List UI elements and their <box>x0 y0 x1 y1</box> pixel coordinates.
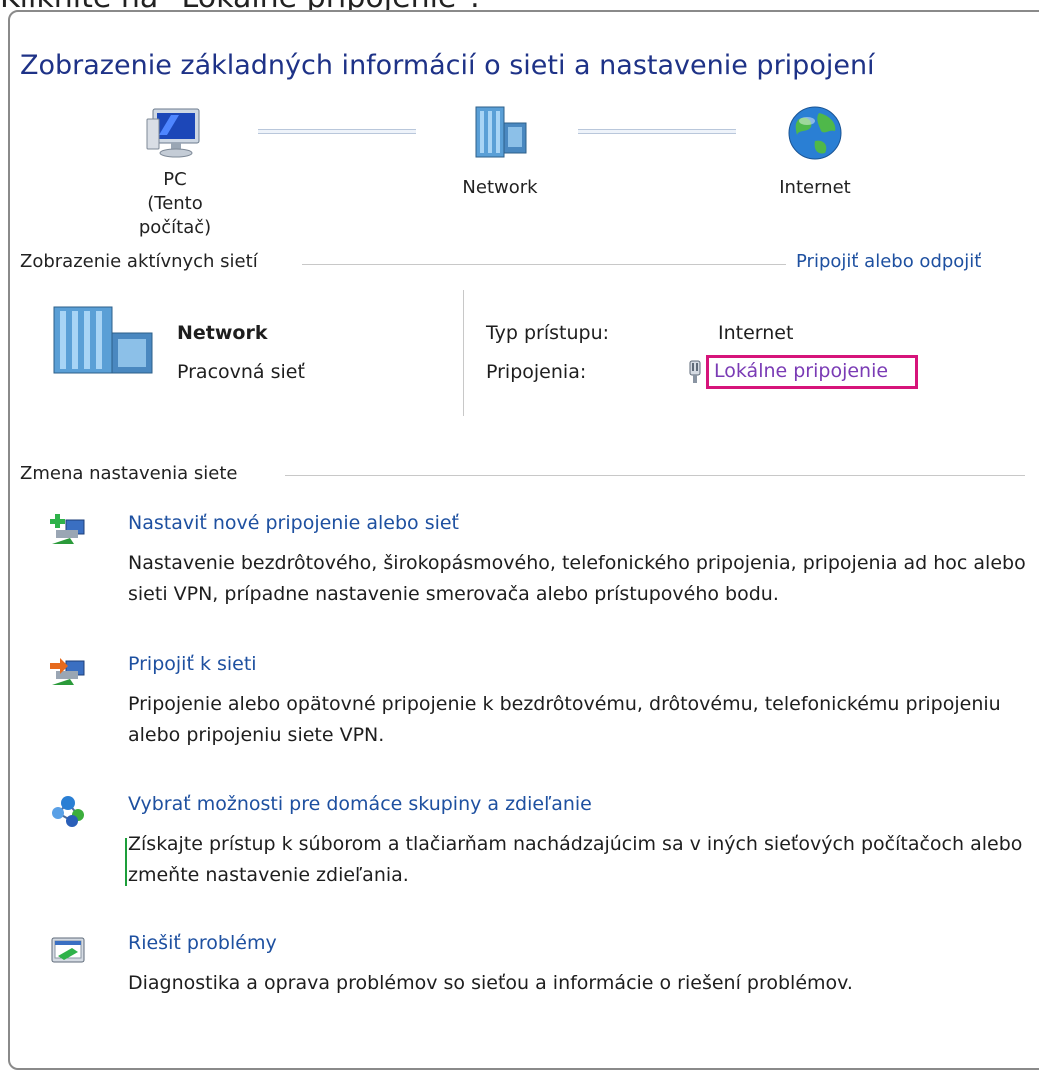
task-description: Získajte prístup k súborom a tlačiarňam … <box>128 833 1023 886</box>
connect-disconnect-link[interactable]: Pripojiť alebo odpojiť <box>796 251 981 272</box>
task-title-link[interactable]: Riešiť problémy <box>128 932 277 954</box>
connections-label: Pripojenia: <box>486 361 587 383</box>
vertical-divider <box>463 290 464 416</box>
task-title-link[interactable]: Vybrať možnosti pre domáce skupiny a zdi… <box>128 793 592 815</box>
access-type-value: Internet <box>718 322 794 344</box>
map-node-internet[interactable]: Internet <box>760 105 870 200</box>
map-node-network[interactable]: Network <box>445 105 555 200</box>
task-description: Pripojenie alebo opätovné pripojenie k b… <box>128 693 1001 746</box>
connect-network-icon <box>50 658 85 685</box>
network-building-icon <box>53 306 153 374</box>
task-description: Diagnostika a oprava problémov so sieťou… <box>128 972 853 994</box>
computer-icon <box>146 108 200 158</box>
task-title-link[interactable]: Nastaviť nové pripojenie alebo sieť <box>128 512 459 534</box>
task-homegroup: Vybrať možnosti pre domáce skupiny a zdi… <box>50 793 1030 893</box>
network-type-link[interactable]: Pracovná sieť <box>177 361 305 383</box>
section-divider <box>285 475 1025 476</box>
page-title: Zobrazenie základných informácií o sieti… <box>20 50 875 81</box>
task-troubleshoot: Riešiť problémy Diagnostika a oprava pro… <box>50 932 1030 1012</box>
access-type-label: Typ prístupu: <box>486 322 610 344</box>
connection-line-network-internet <box>578 129 736 134</box>
change-settings-heading: Zmena nastavenia siete <box>20 463 238 484</box>
ethernet-plug-icon <box>689 360 701 383</box>
network-building-icon <box>475 106 527 158</box>
task-new-connection: Nastaviť nové pripojenie alebo sieť Nast… <box>50 512 1030 612</box>
network-label: Network <box>462 177 538 198</box>
task-title-link[interactable]: Pripojiť k sieti <box>128 653 257 675</box>
active-networks-heading: Zobrazenie aktívnych sietí <box>20 251 258 272</box>
local-connection-link[interactable]: Lokálne pripojenie <box>714 360 888 382</box>
homegroup-icon <box>52 796 84 827</box>
troubleshoot-icon <box>51 937 85 963</box>
map-node-pc[interactable]: PC (Tento počítač) <box>110 105 240 240</box>
connection-line-pc-network <box>258 129 416 134</box>
pc-sublabel: (Tento počítač) <box>138 193 212 238</box>
internet-label: Internet <box>779 177 851 198</box>
text-caret <box>125 838 127 886</box>
task-connect-network: Pripojiť k sieti Pripojenie alebo opätov… <box>50 653 1030 753</box>
section-divider <box>302 264 786 265</box>
task-description: Nastavenie bezdrôtového, širokopásmového… <box>128 552 1026 605</box>
network-name: Network <box>177 322 268 344</box>
pc-label: PC <box>163 169 187 190</box>
globe-icon <box>788 106 842 160</box>
new-connection-icon <box>50 514 85 544</box>
